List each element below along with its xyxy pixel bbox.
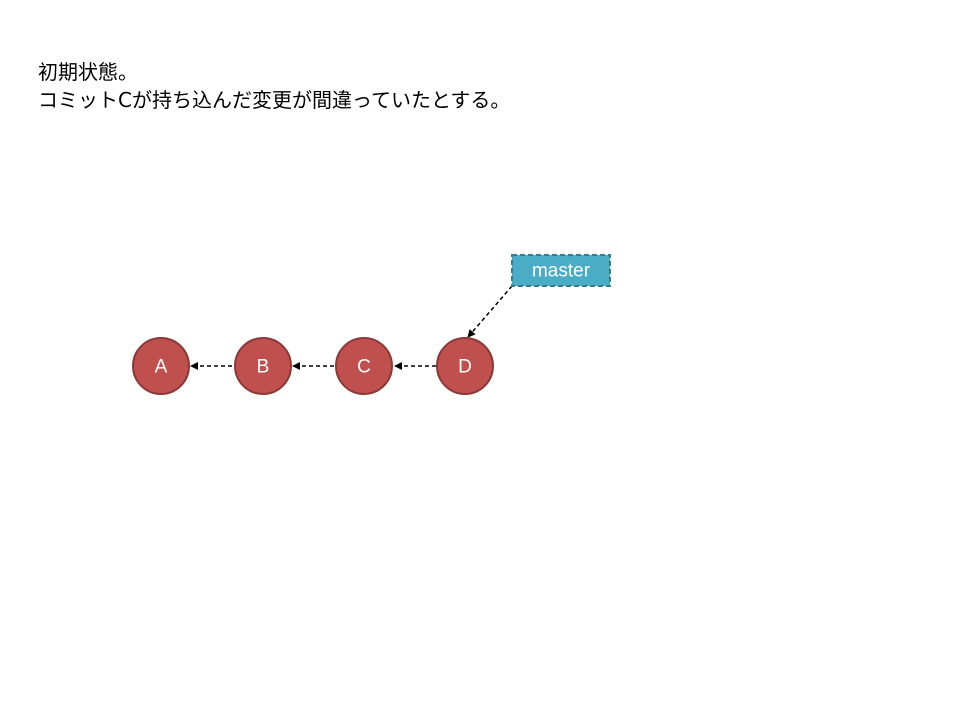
commit-label-a: A xyxy=(155,357,168,378)
commit-node-d: D xyxy=(436,337,494,395)
commit-graph: A B C D master xyxy=(132,254,611,395)
commit-label-c: C xyxy=(357,357,371,378)
branch-label: master xyxy=(532,261,591,282)
branch-master: master xyxy=(511,254,611,287)
commit-node-a: A xyxy=(132,337,190,395)
commit-label-d: D xyxy=(458,357,472,378)
commit-node-b: B xyxy=(234,337,292,395)
edge-master-to-d xyxy=(467,285,513,338)
commit-label-b: B xyxy=(257,357,270,378)
commit-node-c: C xyxy=(335,337,393,395)
